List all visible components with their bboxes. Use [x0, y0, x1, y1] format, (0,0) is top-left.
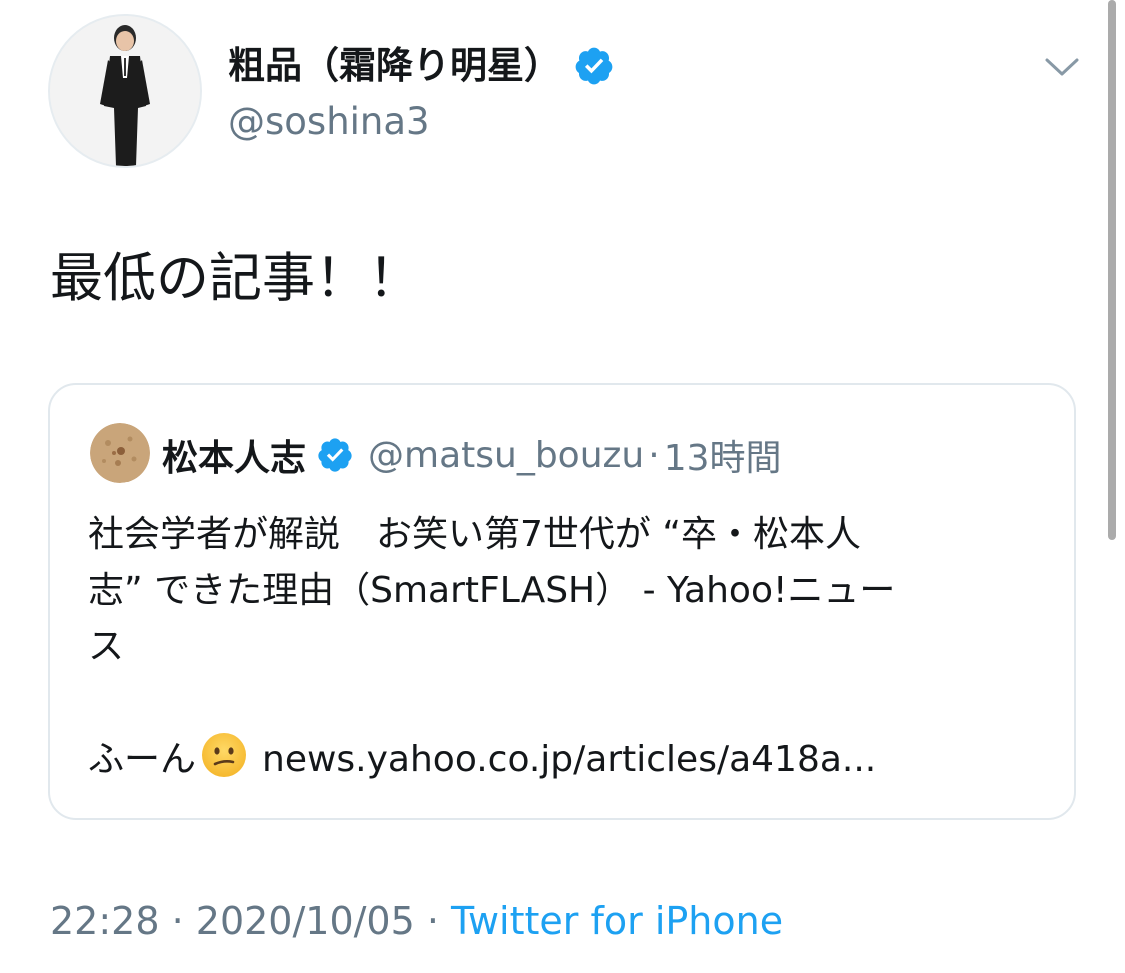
author-display-name: 粗品（霜降り明星）: [228, 44, 561, 87]
quoted-author-handle: @matsu_bouzu: [368, 434, 645, 476]
tweet-date: 2020/10/05: [195, 899, 415, 943]
shaved-head-photo: [90, 423, 150, 483]
tweet-detail-page: 粗品（霜降り明星） @soshina3 最低の記事！！ 松本人志 @matsu_…: [0, 0, 1125, 973]
quoted-author-name: 松本人志: [162, 438, 307, 479]
tweet-source-link[interactable]: Twitter for iPhone: [451, 899, 783, 943]
quoted-text-final-line: ふーん news.yahoo.co.jp/articles/a418a...: [88, 731, 1048, 788]
person-in-suit-photo: [50, 16, 200, 166]
quoted-author-avatar[interactable]: [90, 423, 150, 483]
separator-dot: ·: [648, 434, 660, 476]
author-avatar[interactable]: [48, 14, 202, 168]
confused-face-emoji: [202, 733, 247, 777]
separator-dot: ·: [159, 899, 196, 943]
tweet-time: 22:28: [50, 899, 160, 943]
tweet-text: 最低の記事！！: [50, 248, 421, 309]
author-handle[interactable]: @soshina3: [228, 94, 430, 150]
article-link[interactable]: news.yahoo.co.jp/articles/a418a...: [262, 739, 876, 780]
tweet-metadata: 22:28 · 2020/10/05 · Twitter for iPhone: [50, 893, 783, 949]
quoted-text-line-1: 社会学者が解説 お笑い第7世代が “卒・松本人: [88, 514, 861, 555]
verified-badge-icon: [318, 438, 352, 472]
author-display-name-row[interactable]: 粗品（霜降り明星）: [228, 38, 615, 94]
separator-dot: ·: [414, 899, 452, 943]
quoted-text-line-3: ス: [88, 626, 125, 667]
quoted-tweet-header: 松本人志 @matsu_bouzu · 13時間: [162, 427, 782, 483]
quoted-text-line-2: 志” できた理由（SmartFLASH） - Yahoo!ニュー: [88, 570, 896, 611]
quoted-tweet-text: 社会学者が解説 お笑い第7世代が “卒・松本人 志” できた理由（SmartFL…: [88, 507, 1048, 788]
verified-badge-icon: [575, 47, 613, 85]
quoted-text-prefix: ふーん: [88, 739, 197, 780]
scrollbar-thumb[interactable]: [1108, 0, 1116, 540]
quoted-tweet-card[interactable]: 松本人志 @matsu_bouzu · 13時間 社会学者が解説 お笑い第7世代…: [48, 383, 1076, 820]
chevron-down-icon[interactable]: [1042, 50, 1082, 84]
quoted-tweet-time: 13時間: [663, 438, 782, 479]
